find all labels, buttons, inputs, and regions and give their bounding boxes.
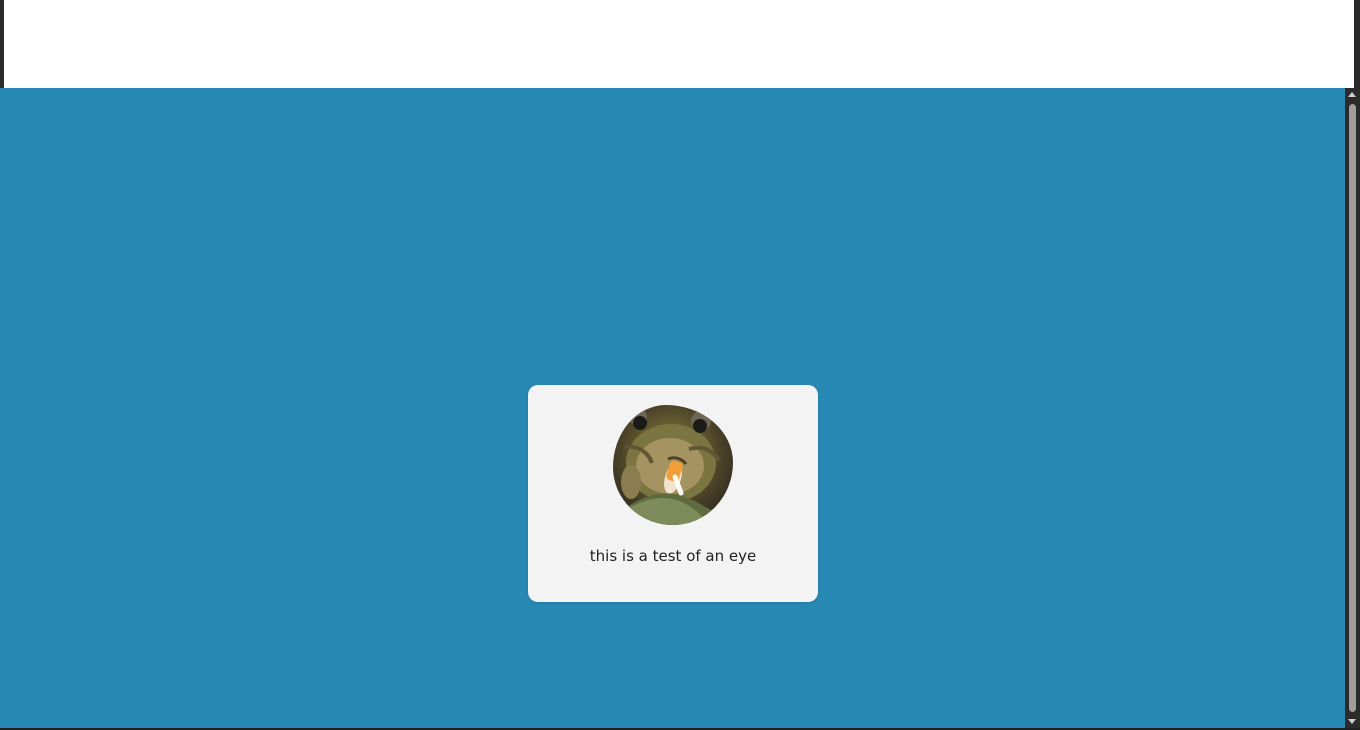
- profile-card: this is a test of an eye: [528, 385, 818, 602]
- card-caption: this is a test of an eye: [589, 547, 757, 565]
- top-blank-area: [4, 0, 1354, 88]
- arrow-down-icon[interactable]: [1348, 719, 1356, 724]
- page-viewport: this is a test of an eye: [0, 88, 1345, 728]
- arrow-up-icon[interactable]: [1348, 92, 1356, 97]
- vertical-scrollbar[interactable]: [1345, 88, 1360, 728]
- scrollbar-thumb[interactable]: [1349, 104, 1356, 712]
- toad-avatar-image: [613, 405, 733, 525]
